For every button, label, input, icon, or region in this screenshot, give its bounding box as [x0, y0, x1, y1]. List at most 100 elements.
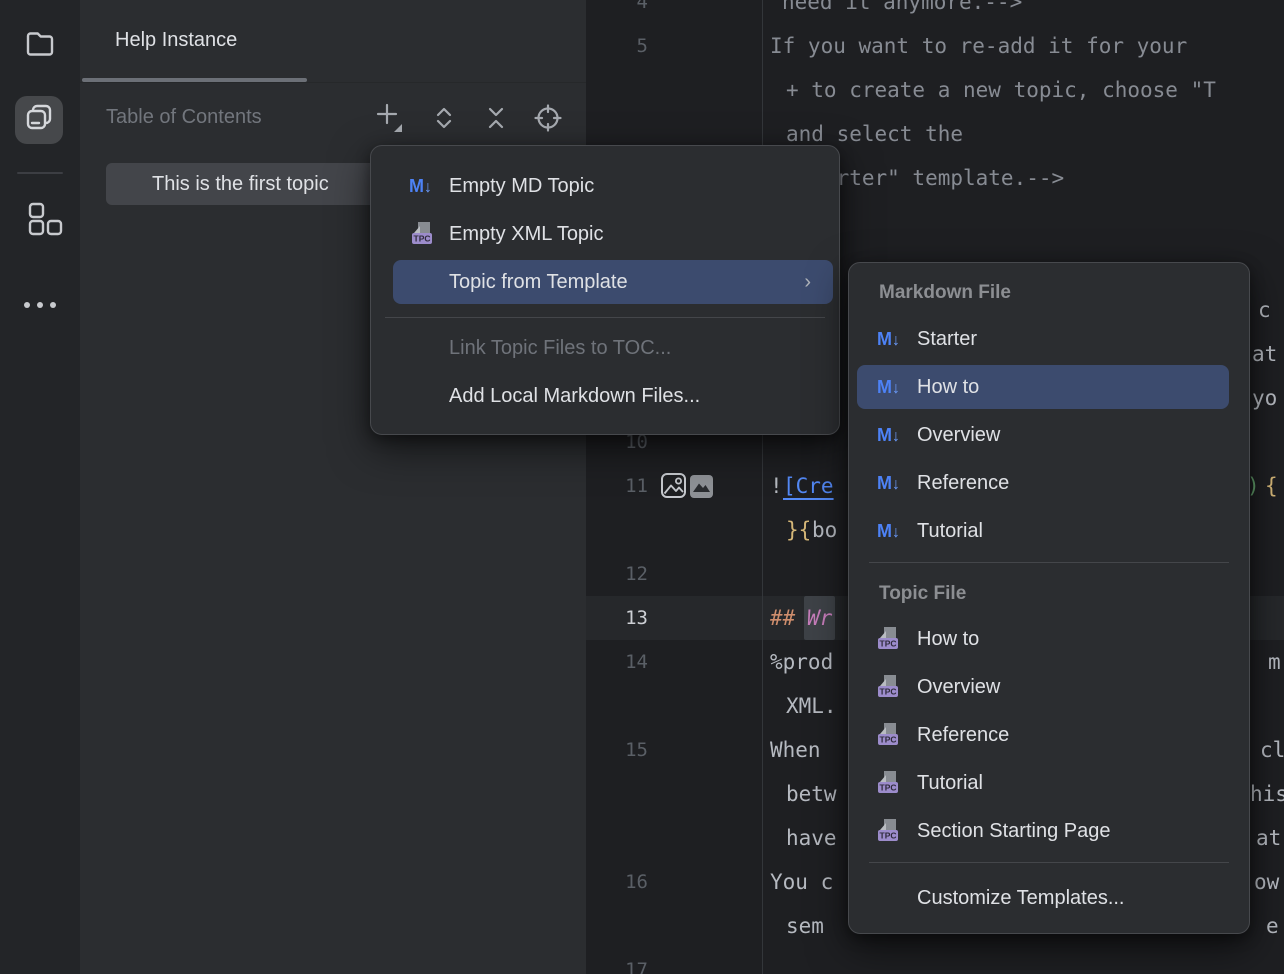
topic-file-icon: TPC	[877, 759, 901, 807]
toc-header: Table of Contents	[106, 106, 262, 129]
add-topic-menu: M↓ Empty MD Topic TPC Empty XML Topic To…	[370, 145, 840, 435]
markdown-file-icon: M↓	[877, 507, 913, 555]
menu-item-empty-xml-topic[interactable]: TPC Empty XML Topic	[371, 210, 839, 258]
svg-text:TPC: TPC	[880, 687, 897, 697]
more-tool-windows-button[interactable]	[16, 281, 64, 329]
code-line: When	[770, 728, 821, 772]
svg-text:TPC: TPC	[880, 783, 897, 793]
code-link[interactable]: [Cre	[783, 464, 834, 508]
toc-collapse-all-button[interactable]	[479, 103, 513, 137]
toc-item-label: This is the first topic	[152, 163, 329, 205]
line-number: 15	[586, 728, 648, 772]
menu-item-empty-md-topic[interactable]: M↓ Empty MD Topic	[371, 162, 839, 210]
code-line: have	[786, 816, 837, 860]
topic-file-icon: TPC	[877, 711, 901, 759]
heading-marker: ##	[770, 596, 795, 640]
menu-item-add-local-markdown[interactable]: Add Local Markdown Files...	[371, 372, 839, 420]
submenu-item-tpc-tutorial[interactable]: TPC Tutorial	[849, 759, 1249, 807]
markdown-file-icon: M↓	[409, 162, 445, 210]
line-number: 16	[586, 860, 648, 904]
toc-locate-button[interactable]	[531, 103, 565, 137]
code-line: need it anymore.-->	[782, 0, 1022, 24]
line-number: 11	[586, 464, 648, 508]
code-line: %prod	[770, 640, 833, 684]
ide-window: Help Instance Table of Contents	[0, 0, 1284, 974]
submenu-item-tpc-overview[interactable]: TPC Overview	[849, 663, 1249, 711]
code-line: sem	[786, 904, 824, 948]
line-number: 4	[586, 0, 648, 24]
markdown-file-icon: M↓	[877, 459, 913, 507]
topic-template-submenu: Markdown File M↓ Starter M↓ How to M↓ Ov…	[848, 262, 1250, 934]
xml-topic-file-icon: TPC	[411, 210, 435, 258]
expand-all-icon	[431, 104, 457, 137]
line-number: 17	[586, 948, 648, 974]
section-header-markdown-file: Markdown File	[879, 273, 1011, 313]
code-line: You c	[770, 860, 833, 904]
submenu-item-md-starter[interactable]: M↓ Starter	[849, 315, 1249, 363]
section-header-topic-file: Topic File	[879, 574, 966, 614]
submenu-item-md-tutorial[interactable]: M↓ Tutorial	[849, 507, 1249, 555]
submenu-item-tpc-reference[interactable]: TPC Reference	[849, 711, 1249, 759]
submenu-item-md-howto[interactable]: M↓ How to	[849, 363, 1249, 411]
code-fragment: {	[1265, 464, 1278, 508]
submenu-item-md-reference[interactable]: M↓ Reference	[849, 459, 1249, 507]
submenu-item-tpc-section-starting-page[interactable]: TPC Section Starting Page	[849, 807, 1249, 855]
code-line: betw	[786, 772, 837, 816]
menu-item-topic-from-template[interactable]: Topic from Template ›	[371, 258, 839, 306]
tool-window-tab[interactable]: Help Instance	[115, 29, 237, 52]
code-line: If you want to re-add it for your	[770, 24, 1187, 68]
code-fragment: ow	[1254, 860, 1279, 904]
code-fragment: at	[1256, 816, 1281, 860]
code-line: }{	[786, 508, 811, 552]
topic-file-icon: TPC	[877, 615, 901, 663]
code-line: !	[770, 464, 783, 508]
plus-dropdown-icon	[374, 102, 404, 139]
line-number: 12	[586, 552, 648, 596]
code-line: + to create a new topic, choose "T	[786, 68, 1216, 112]
submenu-item-md-overview[interactable]: M↓ Overview	[849, 411, 1249, 459]
toc-add-button[interactable]	[372, 103, 406, 137]
markdown-file-icon: M↓	[877, 411, 913, 459]
menu-separator	[385, 317, 825, 318]
line-number: 5	[586, 24, 648, 68]
project-button[interactable]	[16, 21, 64, 69]
rail-divider	[17, 172, 63, 174]
heading-text: Wr	[804, 596, 835, 640]
more-dots-icon	[21, 296, 59, 314]
image-thumbnail-icon[interactable]	[690, 475, 713, 503]
code-fragment: yo	[1252, 376, 1277, 420]
structure-icon	[28, 202, 64, 243]
structure-button[interactable]	[22, 198, 70, 246]
markdown-file-icon: M↓	[877, 363, 913, 411]
header-border	[80, 82, 586, 83]
code-fragment: e	[1266, 904, 1279, 948]
collapse-all-icon	[483, 104, 509, 137]
left-tool-rail	[0, 0, 81, 974]
writerside-instances-button[interactable]	[15, 96, 63, 144]
submenu-chevron-icon: ›	[804, 258, 811, 306]
menu-separator	[869, 862, 1229, 863]
instances-icon	[21, 100, 57, 141]
svg-text:TPC: TPC	[880, 831, 897, 841]
line-number: 14	[586, 640, 648, 684]
toc-expand-all-button[interactable]	[427, 103, 461, 137]
code-line: XML.	[786, 684, 837, 728]
code-line: bo	[812, 508, 837, 552]
submenu-item-customize-templates[interactable]: Customize Templates...	[849, 874, 1249, 922]
code-fragment: cl	[1260, 728, 1284, 772]
svg-text:TPC: TPC	[880, 735, 897, 745]
menu-separator	[869, 562, 1229, 563]
code-fragment: his	[1250, 772, 1284, 816]
topic-file-icon: TPC	[877, 807, 901, 855]
code-fragment: c	[1258, 288, 1271, 332]
topic-file-icon: TPC	[877, 663, 901, 711]
markdown-file-icon: M↓	[877, 315, 913, 363]
submenu-item-tpc-howto[interactable]: TPC How to	[849, 615, 1249, 663]
svg-text:TPC: TPC	[880, 639, 897, 649]
image-preview-outline-icon[interactable]	[660, 472, 687, 504]
locate-target-icon	[534, 104, 562, 137]
code-fragment: m	[1268, 640, 1281, 684]
code-fragment: at	[1252, 332, 1277, 376]
line-number-current: 13	[586, 596, 648, 640]
svg-text:TPC: TPC	[414, 234, 431, 244]
